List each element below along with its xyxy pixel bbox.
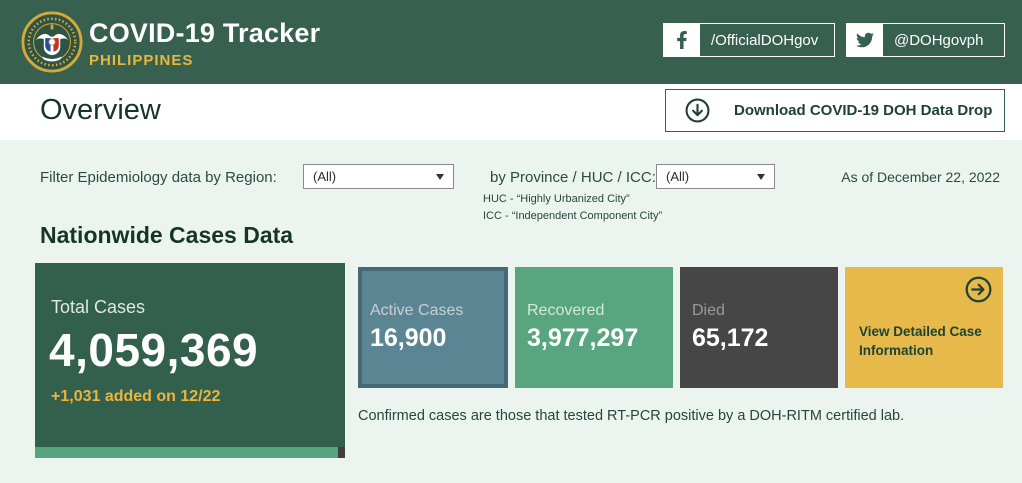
region-filter-value: (All) — [313, 169, 337, 184]
total-cases-card[interactable]: Total Cases 4,059,369 +1,031 added on 12… — [35, 263, 345, 447]
region-filter-select[interactable]: (All) — [303, 164, 454, 189]
view-detail-label: View Detailed Case Information — [859, 324, 982, 358]
facebook-link[interactable]: /OfficialDOHgov — [663, 23, 835, 57]
province-filter-label: by Province / HUC / ICC: — [490, 169, 656, 186]
facebook-handle: /OfficialDOHgov — [711, 31, 819, 49]
province-filter-select[interactable]: (All) — [656, 164, 775, 189]
huc-footnote: HUC - “Highly Urbanized City” — [483, 193, 630, 205]
view-detail-card[interactable]: View Detailed Case Information — [845, 267, 1003, 388]
header-bar: COVID-19 Tracker PHILIPPINES /OfficialDO… — [0, 0, 1022, 84]
scrollbar-thumb[interactable] — [338, 447, 345, 458]
died-label: Died — [692, 302, 725, 319]
died-card[interactable]: Died 65,172 — [680, 267, 838, 388]
died-value: 65,172 — [692, 324, 769, 352]
app-subtitle: PHILIPPINES — [89, 52, 194, 69]
recovered-card[interactable]: Recovered 3,977,297 — [515, 267, 673, 388]
horizontal-scrollbar[interactable] — [35, 447, 345, 458]
covid-tracker-dashboard: COVID-19 Tracker PHILIPPINES /OfficialDO… — [0, 0, 1022, 483]
total-cases-value: 4,059,369 — [49, 324, 259, 376]
caret-down-icon — [757, 173, 765, 180]
download-icon — [685, 98, 710, 123]
page-title: Overview — [40, 94, 161, 126]
as-of-date: As of December 22, 2022 — [841, 169, 1000, 185]
region-filter-label: Filter Epidemiology data by Region: — [40, 169, 277, 186]
total-cases-delta: +1,031 added on 12/22 — [51, 388, 221, 405]
total-cases-label: Total Cases — [51, 297, 146, 317]
recovered-value: 3,977,297 — [527, 324, 639, 352]
twitter-handle: @DOHgovph — [894, 31, 984, 49]
app-title-block: COVID-19 Tracker PHILIPPINES — [89, 18, 320, 69]
icc-footnote: ICC - “Independent Component City” — [483, 210, 663, 222]
confirmed-cases-note: Confirmed cases are those that tested RT… — [358, 408, 905, 424]
doh-seal-logo — [21, 11, 83, 73]
section-heading: Nationwide Cases Data — [40, 222, 294, 248]
download-data-drop-button[interactable]: Download COVID-19 DOH Data Drop — [665, 89, 1005, 132]
twitter-icon — [847, 24, 883, 56]
active-cases-value: 16,900 — [370, 324, 447, 352]
active-cases-label: Active Cases — [370, 302, 464, 319]
recovered-label: Recovered — [527, 302, 605, 319]
download-button-label: Download COVID-19 DOH Data Drop — [734, 102, 993, 119]
arrow-right-circle-icon — [965, 276, 992, 303]
overview-bar: Overview Download COVID-19 DOH Data Drop — [0, 84, 1022, 140]
caret-down-icon — [436, 173, 444, 180]
app-title: COVID-19 Tracker — [89, 18, 321, 48]
facebook-icon — [664, 24, 700, 56]
province-filter-value: (All) — [666, 169, 690, 184]
twitter-link[interactable]: @DOHgovph — [846, 23, 1005, 57]
active-cases-card[interactable]: Active Cases 16,900 — [358, 267, 508, 388]
